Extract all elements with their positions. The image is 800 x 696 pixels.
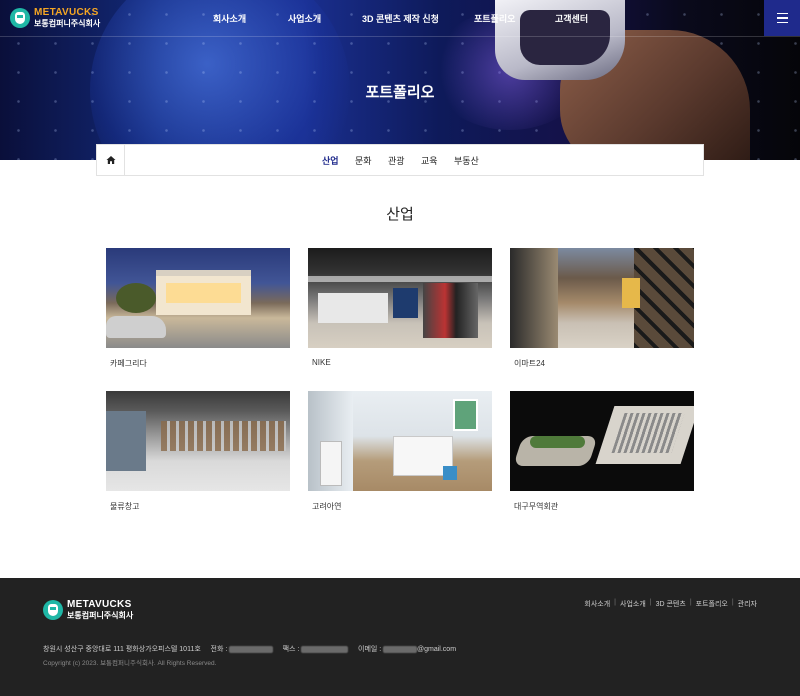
footer-contact-info: 창원시 성산구 중앙대로 111 평화상가오피스텔 1011호 전화 : 055… — [43, 644, 456, 654]
portfolio-card-title: 고려아연 — [312, 502, 342, 511]
portfolio-thumbnail — [106, 248, 290, 348]
footer-phone-label: 전화 : — [210, 646, 228, 653]
nav-item-3d-request[interactable]: 3D 콘텐츠 제작 신청 — [362, 12, 439, 25]
portfolio-card[interactable]: 물류창고 — [106, 391, 290, 511]
footer-fax-label: 팩스 : — [282, 646, 300, 653]
nav-item-support[interactable]: 고객센터 — [555, 12, 588, 25]
portfolio-card-title: 이마트24 — [514, 359, 545, 368]
portfolio-thumbnail — [510, 391, 694, 491]
tab-real-estate[interactable]: 부동산 — [454, 154, 479, 167]
nav-item-business[interactable]: 사업소개 — [288, 12, 321, 25]
footer-logo-owl-icon — [43, 600, 63, 620]
page-title: 포트폴리오 — [365, 84, 435, 101]
portfolio-thumbnail — [308, 391, 492, 491]
nav-item-company[interactable]: 회사소개 — [213, 12, 246, 25]
footer-link-admin[interactable]: 관리자 — [738, 599, 757, 609]
footer-link-portfolio[interactable]: 포트폴리오 — [696, 599, 728, 609]
portfolio-card[interactable]: 대구무역회관 — [510, 391, 694, 511]
portfolio-card-title: 물류창고 — [110, 502, 140, 511]
portfolio-card[interactable]: NIKE — [308, 248, 492, 367]
footer-fax-value: 070-7995-1811 — [301, 646, 349, 653]
main-nav: 회사소개 사업소개 3D 콘텐츠 제작 신청 포트폴리오 고객센터 — [0, 12, 800, 26]
category-tabs: 산업 문화 관광 교육 부동산 — [96, 144, 704, 176]
footer-link-business[interactable]: 사업소개 — [620, 599, 646, 609]
hamburger-icon — [776, 12, 788, 15]
portfolio-card-title: 카페그리다 — [110, 359, 147, 368]
footer-phone-value: 055-262-1329 — [229, 646, 273, 653]
footer-email-user: metaworks — [383, 646, 418, 653]
footer-links: 회사소개 | 사업소개 | 3D 콘텐츠 | 포트폴리오 | 관리자 — [584, 599, 757, 609]
footer-email-domain: @gmail.com — [417, 646, 457, 653]
tab-industry[interactable]: 산업 — [322, 154, 339, 167]
top-navigation: METAVUCKS 보통컴퍼니주식회사 회사소개 사업소개 3D 콘텐츠 제작 … — [0, 0, 800, 37]
tab-culture[interactable]: 문화 — [355, 154, 372, 167]
portfolio-thumbnail — [510, 248, 694, 348]
footer-logo-company-text: 보통컴퍼니주식회사 — [67, 611, 134, 620]
tab-education[interactable]: 교육 — [421, 154, 438, 167]
footer-address: 창원시 성산구 중앙대로 111 평화상가오피스텔 1011호 — [43, 646, 201, 653]
nav-item-portfolio[interactable]: 포트폴리오 — [474, 12, 515, 25]
footer-logo-brand-text: METAVUCKS — [67, 599, 132, 610]
portfolio-card[interactable]: 이마트24 — [510, 248, 694, 368]
portfolio-card-title: NIKE — [312, 358, 331, 367]
footer-copyright: Copyright (c) 2023. 보통컴퍼니주식회사. All Right… — [43, 660, 217, 667]
site-footer: METAVUCKS 보통컴퍼니주식회사 회사소개 | 사업소개 | 3D 콘텐츠 | … — [0, 578, 800, 696]
tab-tourism[interactable]: 관광 — [388, 154, 405, 167]
footer-logo[interactable]: METAVUCKS 보통컴퍼니주식회사 — [43, 600, 133, 620]
portfolio-thumbnail — [308, 248, 492, 348]
hero-banner: METAVUCKS 보통컴퍼니주식회사 회사소개 사업소개 3D 콘텐츠 제작 … — [0, 0, 800, 160]
portfolio-thumbnail — [106, 391, 290, 491]
portfolio-card[interactable]: 카페그리다 — [106, 248, 290, 368]
portfolio-card-title: 대구무역회관 — [514, 502, 559, 511]
section-title: 산업 — [386, 206, 414, 223]
footer-link-3d-content[interactable]: 3D 콘텐츠 — [656, 599, 686, 609]
footer-email-label: 이메일 : — [358, 646, 382, 653]
hamburger-menu-button[interactable] — [764, 0, 800, 36]
footer-link-company[interactable]: 회사소개 — [584, 599, 610, 609]
portfolio-card[interactable]: 고려아연 — [308, 391, 492, 511]
